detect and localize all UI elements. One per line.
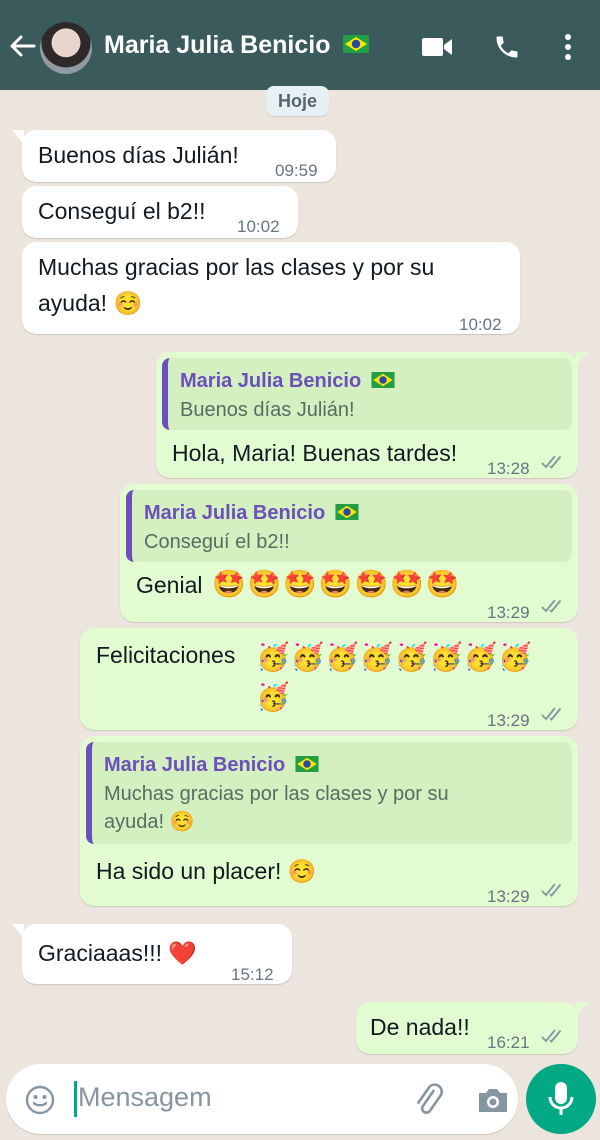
avatar[interactable]	[40, 22, 92, 74]
message-incoming[interactable]: Conseguí el b2!! 10:02	[22, 186, 298, 238]
message-text: De nada!!	[370, 1014, 470, 1040]
read-ticks-icon	[541, 455, 562, 469]
quote-text-line2: ayuda! ☺️	[104, 811, 195, 833]
read-ticks-icon	[541, 1029, 562, 1043]
message-input[interactable]: Mensagem	[78, 1082, 212, 1113]
message-text: Hola, Maria! Buenas tardes!	[172, 440, 458, 466]
message-text-line2: ayuda! ☺️	[38, 290, 143, 316]
message-text: Conseguí el b2!!	[38, 198, 206, 224]
microphone-icon	[548, 1082, 574, 1115]
message-time: 16:21	[487, 1033, 530, 1052]
message-incoming[interactable]: Buenos días Julián! 09:59	[12, 130, 336, 182]
quote-author-text: Maria Julia Benicio	[180, 370, 362, 392]
phone-call-icon[interactable]	[493, 33, 521, 61]
message-text: Genial	[136, 572, 203, 598]
camera-icon[interactable]	[476, 1085, 510, 1115]
quote-text: Buenos días Julián!	[180, 399, 355, 421]
message-outgoing[interactable]: Maria Julia Benicio Conseguí el b2!! Gen…	[120, 484, 578, 622]
read-ticks-icon	[541, 707, 562, 721]
contact-name-text: Maria Julia Benicio	[104, 31, 331, 59]
message-time: 13:29	[487, 887, 530, 906]
message-incoming[interactable]: Graciaaas!!! ❤️ 15:12	[12, 924, 292, 984]
message-time: 10:02	[237, 217, 280, 236]
message-text: Buenos días Julián!	[38, 142, 239, 168]
message-text: Felicitaciones	[96, 642, 236, 668]
message-time: 13:28	[487, 459, 530, 478]
reply-quote[interactable]: Maria Julia Benicio Conseguí el b2!!	[126, 490, 572, 562]
message-time: 10:02	[459, 315, 502, 334]
message-time: 13:29	[487, 603, 530, 622]
text-cursor	[74, 1081, 77, 1117]
message-time: 15:12	[231, 965, 274, 984]
read-ticks-icon	[541, 883, 562, 897]
quote-text-line1: Muchas gracias por las clases y por su	[104, 783, 449, 805]
back-arrow-icon[interactable]	[8, 32, 36, 60]
quote-author-text: Maria Julia Benicio	[104, 754, 286, 776]
message-text: Ha sido un placer! ☺️	[96, 858, 317, 884]
star-struck-emoji-row: 🤩🤩🤩🤩🤩🤩🤩	[212, 569, 462, 600]
attachment-icon[interactable]	[411, 1083, 445, 1117]
message-time: 09:59	[275, 161, 318, 180]
date-chip: Hoje	[266, 86, 330, 116]
message-time: 13:29	[487, 711, 530, 730]
video-call-icon[interactable]	[420, 34, 454, 60]
message-outgoing[interactable]: De nada!! 16:21	[356, 1002, 588, 1054]
quote-author: Maria Julia Benicio	[104, 748, 319, 782]
message-outgoing[interactable]: Maria Julia Benicio Buenos días Julián! …	[156, 352, 588, 478]
emoji-icon[interactable]	[24, 1084, 56, 1116]
quote-author: Maria Julia Benicio	[180, 364, 395, 398]
message-text-line1: Muchas gracias por las clases y por su	[38, 254, 435, 280]
quote-author-text: Maria Julia Benicio	[144, 502, 326, 524]
message-outgoing[interactable]: Maria Julia Benicio Muchas gracias por l…	[80, 736, 578, 906]
chat-area[interactable]: Hoje Buenos días Julián! 09:59 Conseguí …	[0, 86, 600, 1060]
reply-quote[interactable]: Maria Julia Benicio Buenos días Julián!	[162, 358, 572, 430]
reply-quote[interactable]: Maria Julia Benicio Muchas gracias por l…	[86, 742, 572, 844]
message-text: Graciaaas!!! ❤️	[38, 940, 198, 966]
mic-button[interactable]	[526, 1064, 596, 1134]
brazil-flag-icon	[371, 372, 395, 389]
message-outgoing[interactable]: Felicitaciones 🥳🥳🥳🥳🥳🥳🥳🥳🥳 13:29	[80, 628, 578, 730]
brazil-flag-icon	[335, 504, 359, 521]
read-ticks-icon	[541, 599, 562, 613]
quote-text: Conseguí el b2!!	[144, 531, 290, 553]
contact-name[interactable]: Maria Julia Benicio	[104, 31, 370, 60]
message-incoming[interactable]: Muchas gracias por las clases y por su a…	[22, 242, 520, 334]
chat-header: Maria Julia Benicio	[0, 0, 600, 90]
message-input-bar[interactable]: Mensagem	[6, 1064, 518, 1134]
more-options-icon[interactable]	[560, 32, 576, 62]
brazil-flag-icon	[343, 35, 370, 54]
brazil-flag-icon	[295, 756, 319, 773]
quote-author: Maria Julia Benicio	[144, 496, 359, 530]
